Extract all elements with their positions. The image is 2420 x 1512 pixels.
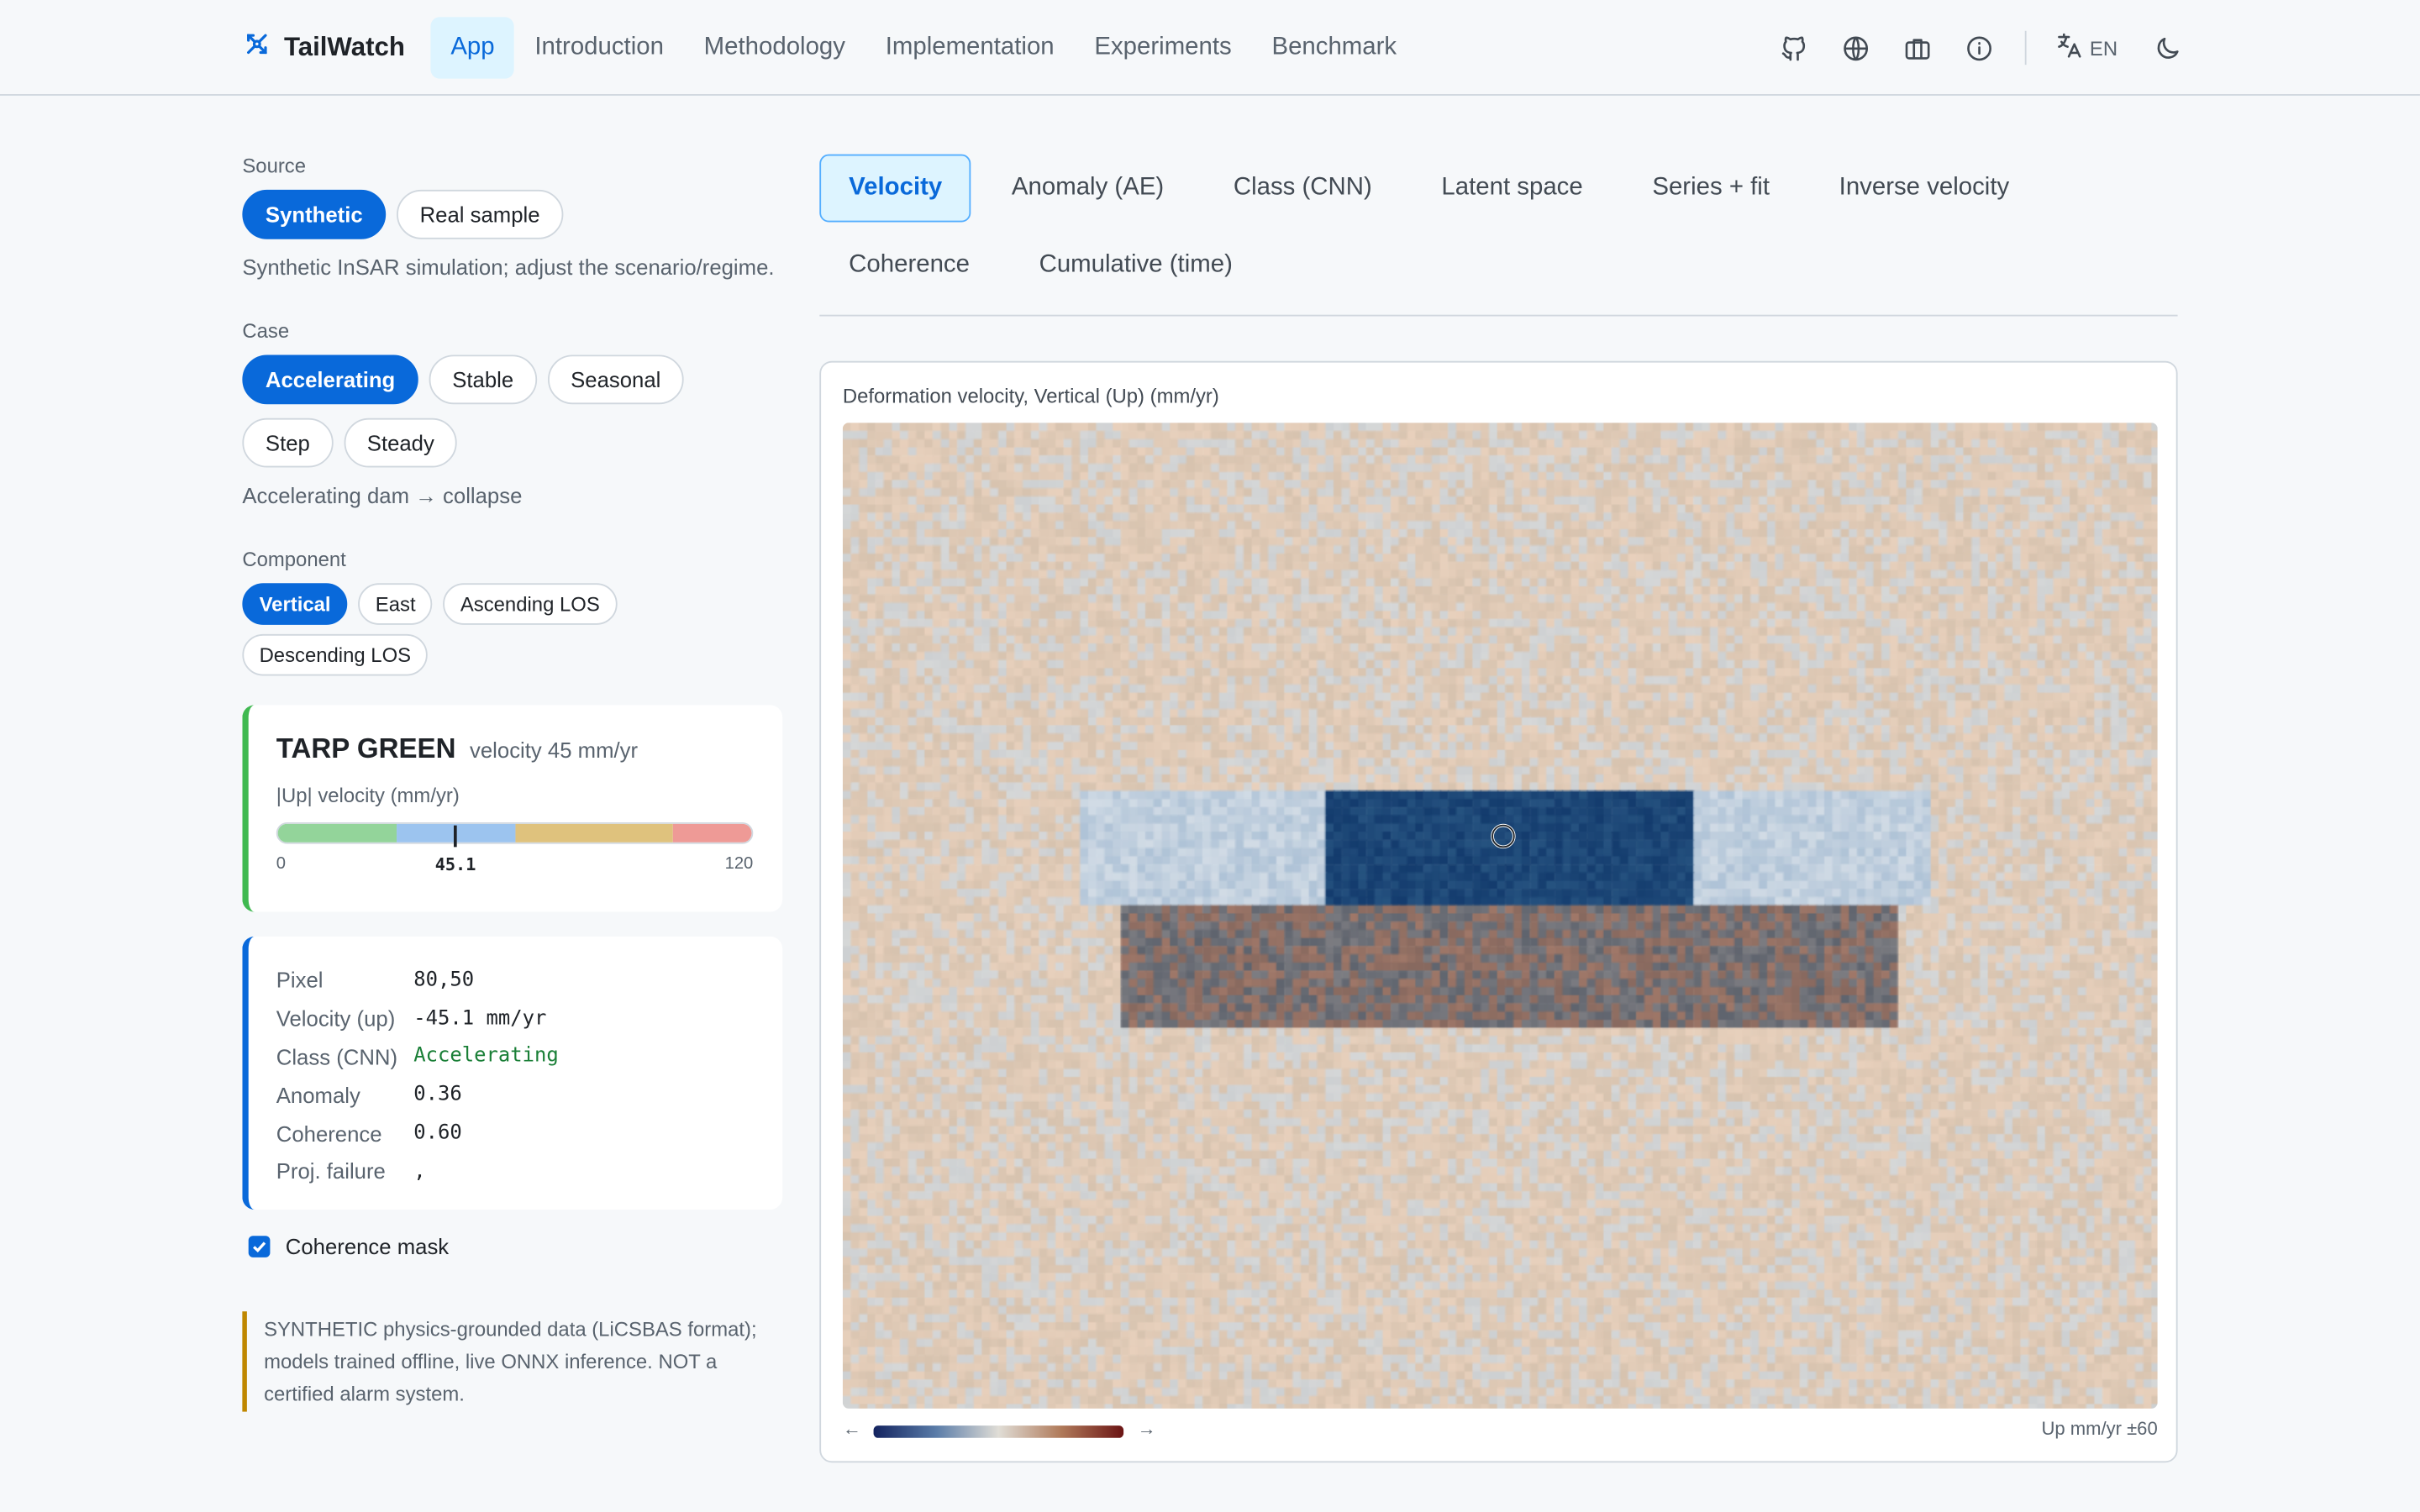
case-option-steady[interactable]: Steady xyxy=(344,417,458,468)
gauge-ticks: 0 45.1 120 xyxy=(276,855,754,879)
legend-right-arrow: → xyxy=(1137,1417,1156,1440)
component-option-vertical[interactable]: Vertical xyxy=(242,583,348,625)
disclaimer-note: SYNTHETIC physics-grounded data (LiCSBAS… xyxy=(242,1311,782,1412)
component-label: Component xyxy=(242,548,346,571)
gauge-segment xyxy=(277,823,397,843)
info-key: Coherence xyxy=(276,1121,382,1146)
tab-anomaly-ae[interactable]: Anomaly (AE) xyxy=(982,155,1193,223)
pixel-marker xyxy=(1491,823,1516,849)
component-section: Component Vertical East Ascending LOS Desce… xyxy=(242,548,782,676)
map-card: Deformation velocity, Vertical (Up) (mm/… xyxy=(819,360,2178,1463)
header-divider xyxy=(2024,30,2027,66)
top-bar: TailWatch App Introduction Methodology Impl… xyxy=(0,0,2420,96)
tab-series-fit[interactable]: Series + fit xyxy=(1623,155,1798,223)
pixel-info-card: Pixel 80,50 Velocity (up) -45.1 mm/yr Class … xyxy=(242,936,783,1210)
info-key: Proj. failure xyxy=(276,1159,386,1184)
view-tabs: Velocity Anomaly (AE) Class (CNN) Latent sp… xyxy=(819,154,2178,317)
case-help: Accelerating dam → collapse xyxy=(242,482,523,508)
gauge-segment xyxy=(514,823,673,843)
gauge-label: |Up| velocity (mm/yr) xyxy=(276,784,460,807)
source-option-real-sample[interactable]: Real sample xyxy=(397,189,564,239)
info-row-pixel: Pixel 80,50 xyxy=(276,961,755,1000)
map-legend: ← → Up mm/yr ±60 xyxy=(843,1418,2158,1446)
case-option-seasonal[interactable]: Seasonal xyxy=(547,354,684,405)
coherence-mask-label: Coherence mask xyxy=(285,1234,450,1259)
moon-icon[interactable] xyxy=(2136,28,2197,68)
case-options: Accelerating Stable Seasonal Step Steady xyxy=(242,354,782,468)
component-option-descending-los[interactable]: Descending LOS xyxy=(242,633,429,676)
source-section: Source Synthetic Real sample Synthetic In… xyxy=(242,154,782,280)
info-value: 0.60 xyxy=(413,1121,462,1145)
case-option-accelerating[interactable]: Accelerating xyxy=(242,354,418,405)
case-option-step[interactable]: Step xyxy=(242,417,334,468)
info-key: Velocity (up) xyxy=(276,1005,396,1032)
legend-left-arrow: ← xyxy=(842,1417,861,1440)
legend-colorbar xyxy=(873,1425,1124,1438)
info-value: Accelerating xyxy=(413,1045,559,1068)
nav-introduction[interactable]: Introduction xyxy=(514,17,683,78)
source-label: Source xyxy=(242,154,307,178)
translate-icon xyxy=(2054,31,2084,65)
gauge-value: 45.1 xyxy=(434,854,476,875)
info-row-proj-failure: Proj. failure, xyxy=(276,1152,755,1191)
source-options: Synthetic Real sample xyxy=(242,189,782,239)
case-option-stable[interactable]: Stable xyxy=(429,354,537,405)
nav-implementation[interactable]: Implementation xyxy=(865,17,1075,78)
gauge-min: 0 xyxy=(276,854,287,874)
tarp-card: TARP GREEN velocity 45 mm/yr |Up| veloci… xyxy=(242,705,783,912)
nav-benchmark[interactable]: Benchmark xyxy=(1252,17,1417,78)
brand-name: TailWatch xyxy=(283,32,405,62)
info-row-coherence: Coherence 0.60 xyxy=(276,1114,755,1152)
velocity-gauge xyxy=(276,822,754,844)
tab-class-cnn[interactable]: Class (CNN) xyxy=(1204,155,1402,223)
info-row-velocity-up: Velocity (up) -45.1 mm/yr xyxy=(276,1000,755,1038)
component-option-east[interactable]: East xyxy=(358,583,433,625)
nav-experiments[interactable]: Experiments xyxy=(1075,17,1252,78)
logo-icon xyxy=(242,29,271,66)
case-section: Case Accelerating Stable Seasonal Step Stead… xyxy=(242,319,782,507)
nav-methodology[interactable]: Methodology xyxy=(684,17,865,78)
info-key: Anomaly xyxy=(276,1082,360,1108)
language-switch[interactable]: EN xyxy=(2042,31,2130,65)
source-help: Synthetic InSAR simulation; adjust the s… xyxy=(242,255,775,280)
tab-velocity[interactable]: Velocity xyxy=(819,154,972,223)
info-key: Pixel xyxy=(276,968,324,993)
github-icon[interactable] xyxy=(1763,28,1824,68)
info-icon[interactable] xyxy=(1948,28,2009,68)
sidebar: Source Synthetic Real sample Synthetic In… xyxy=(242,154,783,1412)
header-actions: EN xyxy=(1763,28,2198,68)
component-option-ascending-los[interactable]: Ascending LOS xyxy=(443,583,617,625)
info-row-anomaly: Anomaly 0.36 xyxy=(276,1076,755,1115)
gauge-segment xyxy=(672,823,752,843)
globe-icon[interactable] xyxy=(1824,28,1886,68)
info-value: -45.1 mm/yr xyxy=(413,1006,547,1031)
component-options: Vertical East Ascending LOS Descending LOS xyxy=(242,583,782,676)
briefcase-icon[interactable] xyxy=(1886,28,1947,68)
gauge-needle xyxy=(454,825,457,848)
coherence-mask-toggle[interactable]: Coherence mask xyxy=(248,1234,450,1259)
language-code: EN xyxy=(2089,36,2118,60)
map-title: Deformation velocity, Vertical (Up) (mm/… xyxy=(842,384,1219,407)
tab-inverse-velocity[interactable]: Inverse velocity xyxy=(1810,155,2039,223)
tab-cumulative-time[interactable]: Cumulative (time) xyxy=(1010,232,1262,300)
nav-app[interactable]: App xyxy=(430,17,515,79)
tab-coherence[interactable]: Coherence xyxy=(819,232,999,300)
velocity-map[interactable] xyxy=(842,423,2158,1409)
info-value: 0.36 xyxy=(413,1083,462,1107)
case-label: Case xyxy=(242,319,290,343)
checkbox[interactable] xyxy=(248,1236,271,1257)
info-key: Class (CNN) xyxy=(276,1044,398,1069)
brand[interactable]: TailWatch xyxy=(242,28,405,68)
main-nav: App Introduction Methodology Implementation… xyxy=(430,17,1417,79)
info-row-class-cnn: Class (CNN) Accelerating xyxy=(276,1037,755,1076)
info-value: 80,50 xyxy=(413,969,475,992)
legend-unit: Up mm/yr ±60 xyxy=(2041,1417,2158,1440)
info-value: , xyxy=(413,1159,426,1184)
gauge-max: 120 xyxy=(724,854,754,874)
tab-latent-space[interactable]: Latent space xyxy=(1413,155,1612,223)
tarp-velocity: velocity 45 mm/yr xyxy=(470,737,639,763)
source-option-synthetic[interactable]: Synthetic xyxy=(242,189,387,239)
tarp-level: TARP GREEN xyxy=(276,732,456,764)
main-panel: Velocity Anomaly (AE) Class (CNN) Latent sp… xyxy=(819,154,2178,1463)
